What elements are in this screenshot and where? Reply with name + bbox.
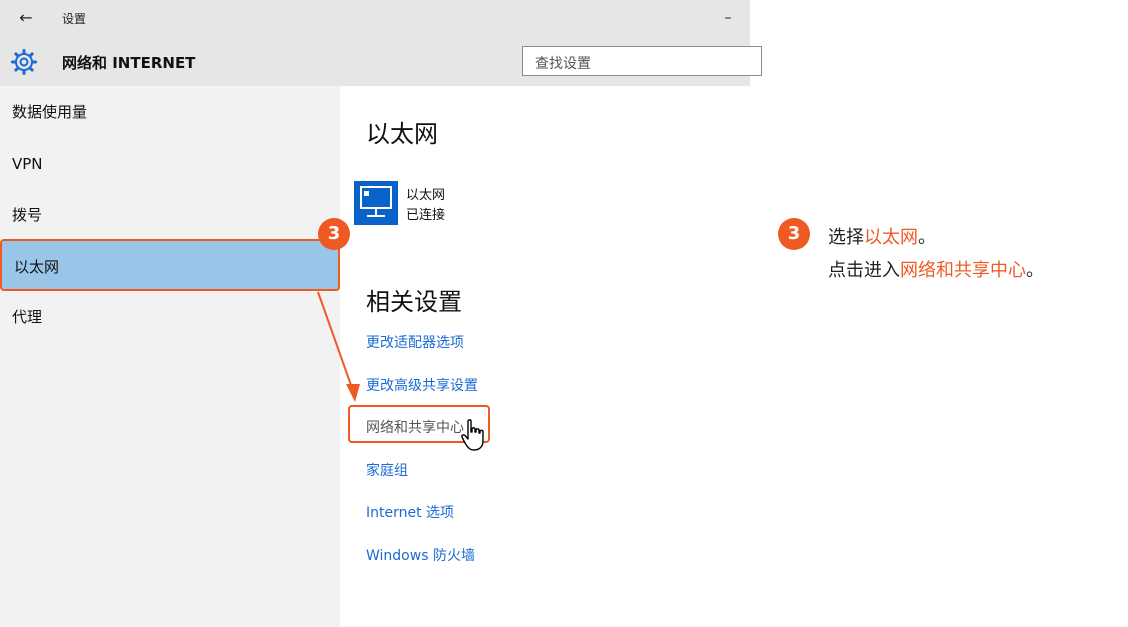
- annotation-step-badge: 3: [778, 218, 810, 250]
- pointer-arrow: [317, 291, 360, 402]
- annotation-line-2: 点击进入网络和共享中心。: [828, 260, 1044, 281]
- annotation-line-1: 选择以太网。: [828, 227, 936, 248]
